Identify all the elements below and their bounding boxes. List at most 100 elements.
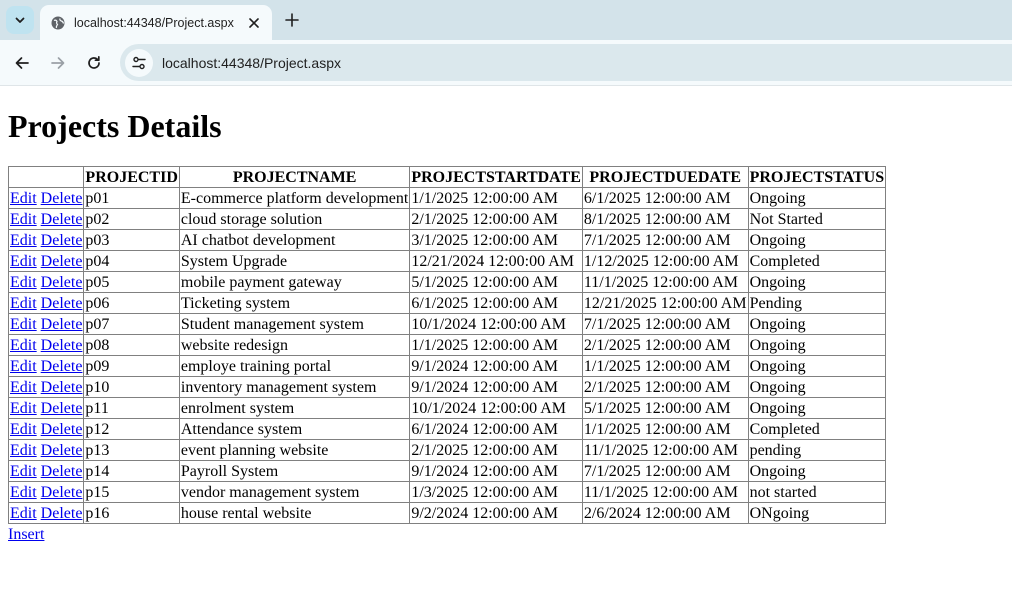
table-row: Edit Delete p14 Payroll System 9/1/2024 12:… — [7, 460, 887, 482]
delete-link[interactable]: Delete — [41, 274, 83, 291]
project-name-cell: E-commerce platform development — [178, 187, 411, 209]
edit-link[interactable]: Edit — [10, 505, 37, 522]
delete-link[interactable]: Delete — [41, 190, 83, 207]
project-due-date-cell: 7/1/2025 12:00:00 AM — [581, 313, 749, 335]
delete-link[interactable]: Delete — [41, 211, 83, 228]
table-row: Edit Delete p11 enrolment system 10/1/2024 … — [7, 397, 887, 419]
delete-link[interactable]: Delete — [41, 442, 83, 459]
site-info-button[interactable] — [125, 48, 153, 77]
project-start-date-cell: 10/1/2024 12:00:00 AM — [409, 313, 583, 335]
project-start-date-cell: 9/1/2024 12:00:00 AM — [409, 355, 583, 377]
edit-link[interactable]: Edit — [10, 484, 37, 501]
delete-link[interactable]: Delete — [41, 463, 83, 480]
row-actions-cell: Edit Delete — [7, 334, 85, 356]
edit-link[interactable]: Edit — [10, 274, 37, 291]
row-actions-cell: Edit Delete — [7, 418, 85, 440]
edit-link[interactable]: Edit — [10, 442, 37, 459]
reload-button[interactable] — [80, 49, 108, 77]
browser-tab[interactable]: localhost:44348/Project.aspx — [40, 5, 272, 40]
project-start-date-cell: 5/1/2025 12:00:00 AM — [409, 271, 583, 293]
row-actions-cell: Edit Delete — [7, 250, 85, 272]
insert-container: Insert — [8, 525, 1004, 545]
tab-search-button[interactable] — [6, 6, 34, 34]
project-start-date-cell: 1/3/2025 12:00:00 AM — [409, 481, 583, 503]
project-due-date-cell: 12/21/2025 12:00:00 AM — [581, 292, 749, 314]
delete-link[interactable]: Delete — [41, 232, 83, 249]
edit-link[interactable]: Edit — [10, 463, 37, 480]
project-id-cell: p01 — [83, 187, 180, 209]
delete-link[interactable]: Delete — [41, 253, 83, 270]
header-row: PROJECTID PROJECTNAME PROJECTSTARTDATE PROJ… — [7, 166, 887, 188]
project-due-date-cell: 11/1/2025 12:00:00 AM — [581, 481, 749, 503]
project-status-cell: Ongoing — [747, 397, 887, 419]
row-actions-cell: Edit Delete — [7, 229, 85, 251]
project-due-date-cell: 11/1/2025 12:00:00 AM — [581, 271, 749, 293]
edit-link[interactable]: Edit — [10, 232, 37, 249]
row-actions-cell: Edit Delete — [7, 208, 85, 230]
table-row: Edit Delete p12 Attendance system 6/1/2024 … — [7, 418, 887, 440]
edit-link[interactable]: Edit — [10, 379, 37, 396]
delete-link[interactable]: Delete — [41, 505, 83, 522]
forward-button[interactable] — [44, 49, 72, 77]
back-button[interactable] — [8, 49, 36, 77]
project-due-date-cell: 7/1/2025 12:00:00 AM — [581, 460, 749, 482]
table-row: Edit Delete p15 vendor management system 1/… — [7, 481, 887, 503]
project-due-date-cell: 5/1/2025 12:00:00 AM — [581, 397, 749, 419]
row-actions-cell: Edit Delete — [7, 292, 85, 314]
insert-link[interactable]: Insert — [8, 526, 44, 543]
project-id-cell: p13 — [83, 439, 180, 461]
project-name-cell: System Upgrade — [178, 250, 411, 272]
projectduedate-header: PROJECTDUEDATE — [581, 166, 749, 188]
page-title: Projects Details — [8, 108, 222, 144]
project-status-cell: Ongoing — [747, 187, 887, 209]
new-tab-button[interactable] — [280, 8, 304, 32]
projectname-header: PROJECTNAME — [178, 166, 411, 188]
project-start-date-cell: 2/1/2025 12:00:00 AM — [409, 208, 583, 230]
close-icon[interactable] — [244, 13, 264, 33]
edit-link[interactable]: Edit — [10, 358, 37, 375]
edit-link[interactable]: Edit — [10, 421, 37, 438]
project-start-date-cell: 9/1/2024 12:00:00 AM — [409, 460, 583, 482]
delete-link[interactable]: Delete — [41, 337, 83, 354]
project-id-cell: p12 — [83, 418, 180, 440]
edit-link[interactable]: Edit — [10, 316, 37, 333]
project-status-cell: Ongoing — [747, 376, 887, 398]
edit-link[interactable]: Edit — [10, 400, 37, 417]
project-start-date-cell: 6/1/2025 12:00:00 AM — [409, 292, 583, 314]
delete-link[interactable]: Delete — [41, 316, 83, 333]
project-id-cell: p11 — [83, 397, 180, 419]
project-id-cell: p08 — [83, 334, 180, 356]
project-id-cell: p10 — [83, 376, 180, 398]
project-name-cell: Student management system — [178, 313, 411, 335]
project-id-cell: p04 — [83, 250, 180, 272]
delete-link[interactable]: Delete — [41, 379, 83, 396]
project-id-cell: p03 — [83, 229, 180, 251]
row-actions-cell: Edit Delete — [7, 355, 85, 377]
delete-link[interactable]: Delete — [41, 421, 83, 438]
project-id-cell: p05 — [83, 271, 180, 293]
project-status-cell: Ongoing — [747, 229, 887, 251]
delete-link[interactable]: Delete — [41, 400, 83, 417]
delete-link[interactable]: Delete — [41, 295, 83, 312]
delete-link[interactable]: Delete — [41, 484, 83, 501]
project-status-cell: Completed — [747, 418, 887, 440]
browser-toolbar: localhost:44348/Project.aspx — [0, 40, 1012, 86]
edit-link[interactable]: Edit — [10, 295, 37, 312]
url-text[interactable]: localhost:44348/Project.aspx — [162, 55, 341, 71]
chevron-down-icon — [15, 17, 25, 23]
address-bar[interactable]: localhost:44348/Project.aspx — [120, 44, 1012, 81]
project-name-cell: Payroll System — [178, 460, 411, 482]
project-due-date-cell: 2/1/2025 12:00:00 AM — [581, 334, 749, 356]
edit-link[interactable]: Edit — [10, 190, 37, 207]
actions-header — [7, 166, 85, 188]
project-name-cell: mobile payment gateway — [178, 271, 411, 293]
edit-link[interactable]: Edit — [10, 211, 37, 228]
edit-link[interactable]: Edit — [10, 253, 37, 270]
project-name-cell: vendor management system — [178, 481, 411, 503]
edit-link[interactable]: Edit — [10, 337, 37, 354]
delete-link[interactable]: Delete — [41, 358, 83, 375]
tab-title: localhost:44348/Project.aspx — [74, 15, 234, 30]
project-status-cell: pending — [747, 439, 887, 461]
table-row: Edit Delete p16 house rental website 9/2/20… — [7, 502, 887, 524]
table-row: Edit Delete p02 cloud storage solution 2/1/… — [7, 208, 887, 230]
